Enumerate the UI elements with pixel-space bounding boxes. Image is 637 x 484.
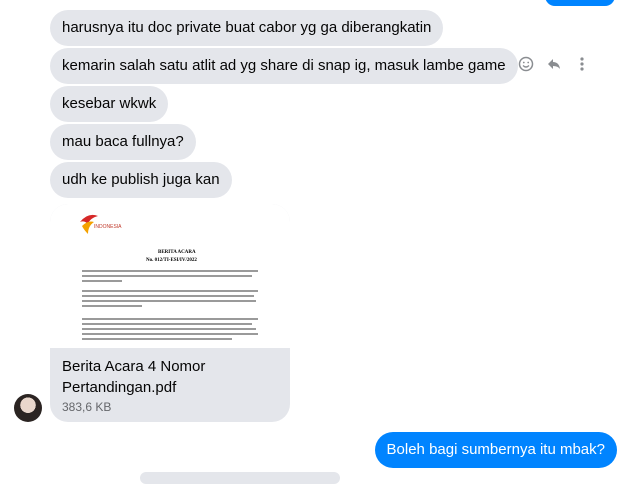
received-message[interactable]: harusnya itu doc private buat cabor yg g… (50, 10, 444, 46)
received-message[interactable]: mau baca fullnya? (50, 124, 196, 160)
file-size: 383,6 KB (62, 400, 112, 414)
message-actions (518, 56, 590, 72)
file-name-line2: Pertandingan.pdf (62, 379, 177, 396)
pdf-attachment[interactable]: INDONESIA BERITA ACARA No. 012/TI-ESI/IV… (50, 204, 290, 422)
document-number: No. 012/TI-ESI/IV/2022 (146, 258, 197, 263)
sent-message[interactable]: Boleh bagi sumbernya itu mbak? (374, 432, 617, 468)
previous-sent-bubble (545, 0, 615, 6)
logo-text: INDONESIA (94, 224, 122, 230)
document-preview[interactable]: INDONESIA BERITA ACARA No. 012/TI-ESI/IV… (50, 204, 290, 348)
smiley-icon[interactable] (518, 56, 534, 72)
partial-bubble (140, 472, 340, 484)
file-name-line1: Berita Acara 4 Nomor (62, 358, 206, 375)
more-options-icon[interactable] (574, 56, 590, 72)
received-message[interactable]: udh ke publish juga kan (50, 162, 232, 198)
received-message[interactable]: kemarin salah satu atlit ad yg share di … (50, 48, 518, 84)
document-heading: BERITA ACARA (158, 250, 196, 255)
avatar[interactable] (14, 394, 42, 422)
reply-icon[interactable] (546, 56, 562, 72)
received-message[interactable]: kesebar wkwk (50, 86, 169, 122)
